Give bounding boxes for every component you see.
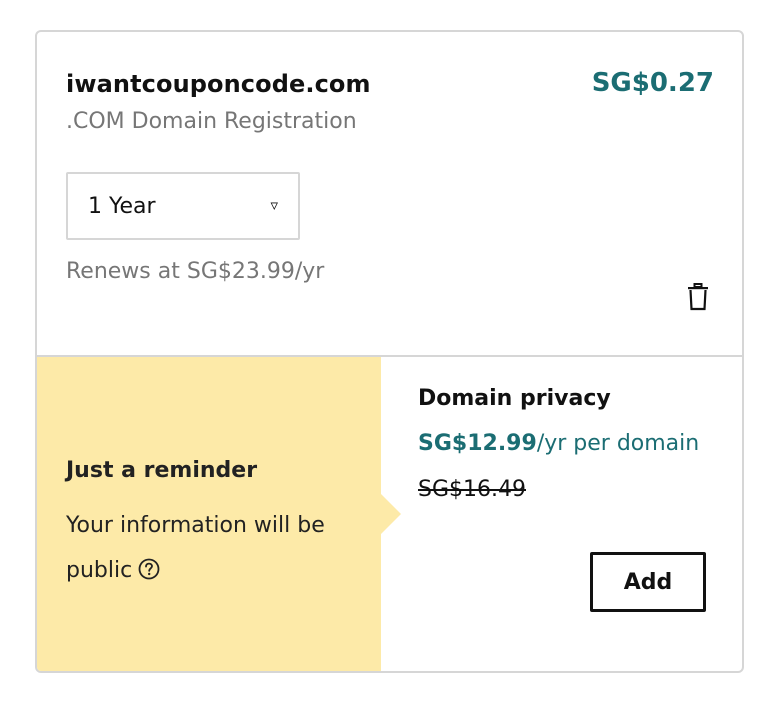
privacy-title: Domain privacy — [418, 386, 611, 411]
reminder-text: Your information will be public — [66, 503, 366, 593]
caret-down-icon: ▿ — [270, 196, 278, 214]
privacy-price-suffix: /yr per domain — [536, 431, 700, 456]
term-select-value: 1 Year — [88, 193, 156, 219]
privacy-price-amount: SG$12.99 — [418, 431, 537, 456]
term-select[interactable]: 1 Year ▿ — [66, 172, 300, 240]
domain-name: iwantcouponcode.com — [66, 70, 371, 98]
product-description: .COM Domain Registration — [66, 109, 357, 134]
renewal-price: Renews at SG$23.99/yr — [66, 259, 325, 284]
item-price: SG$0.27 — [591, 68, 714, 98]
question-circle-icon[interactable] — [138, 558, 160, 580]
cart-item-card: iwantcouponcode.com SG$0.27 .COM Domain … — [35, 30, 744, 673]
domain-item-section: iwantcouponcode.com SG$0.27 .COM Domain … — [37, 32, 742, 357]
reminder-panel: Just a reminder Your information will be… — [37, 357, 381, 671]
add-privacy-button[interactable]: Add — [590, 552, 706, 612]
trash-icon[interactable] — [686, 283, 710, 311]
privacy-old-price: SG$16.49 — [418, 477, 526, 502]
domain-privacy-upsell: Just a reminder Your information will be… — [37, 357, 742, 671]
privacy-price: SG$12.99/yr per domain — [418, 431, 699, 456]
reminder-message: Your information will be public — [66, 513, 325, 583]
reminder-pointer — [379, 492, 401, 536]
reminder-title: Just a reminder — [66, 458, 258, 483]
